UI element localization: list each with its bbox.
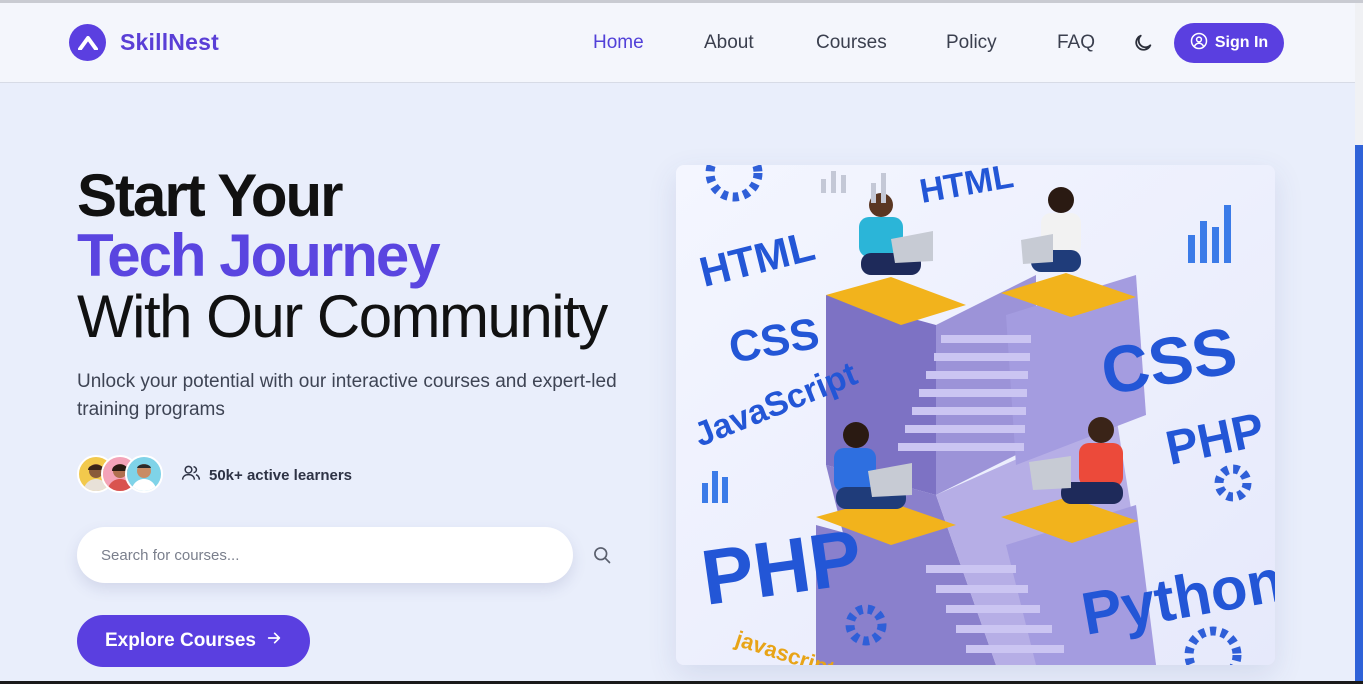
search-icon[interactable] [592, 545, 612, 565]
nav-about[interactable]: About [704, 32, 754, 54]
arrow-right-icon [266, 630, 282, 652]
nav-faq[interactable]: FAQ [1057, 32, 1095, 54]
hero-title-line-3: With Our Community [77, 283, 608, 350]
sign-in-label: Sign In [1214, 34, 1269, 51]
brand-mark-icon [69, 24, 106, 61]
explore-courses-label: Explore Courses [105, 630, 256, 651]
nav-home[interactable]: Home [593, 32, 644, 54]
explore-courses-button[interactable]: Explore Courses [77, 615, 310, 667]
active-learners-text: 50k+ active learners [209, 467, 353, 484]
hero-subtitle: Unlock your potential with our interacti… [77, 371, 617, 420]
scrollbar-thumb[interactable] [1355, 145, 1363, 684]
moon-icon[interactable] [1132, 32, 1154, 54]
active-learners: 50k+ active learners [181, 463, 352, 488]
nav-policy[interactable]: Policy [946, 32, 997, 54]
hero-illustration: HTML HTML CSS CSS JavaScript PHP PHP Pyt… [676, 165, 1275, 665]
user-circle-icon [1190, 32, 1208, 55]
hero-title-line-2: Tech Journey [77, 222, 441, 289]
sign-in-button[interactable]: Sign In [1174, 23, 1284, 63]
course-search-input[interactable] [77, 527, 573, 583]
hero-title-line-1: Start Your [77, 162, 344, 229]
users-icon [181, 463, 201, 488]
brand-name: SkillNest [120, 29, 219, 55]
avatar [125, 455, 163, 493]
navbar: SkillNest Home About Courses Policy FAQ … [0, 3, 1355, 83]
brand-logo[interactable]: SkillNest [69, 24, 219, 61]
learner-avatars [77, 455, 167, 495]
nav-courses[interactable]: Courses [816, 32, 887, 54]
